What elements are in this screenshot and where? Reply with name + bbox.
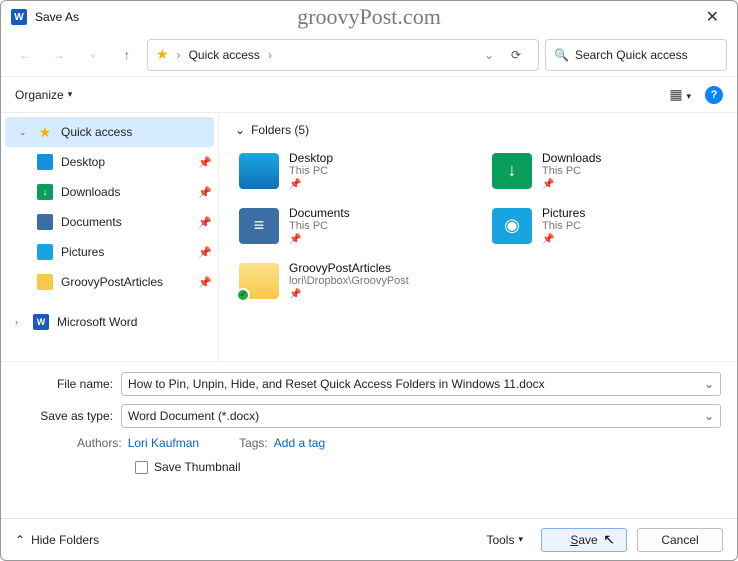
pictures-icon: ◉ xyxy=(492,208,532,244)
sidebar-item-groovypost[interactable]: GroovyPostArticles 📌 xyxy=(1,267,218,297)
titlebar: W Save As ✕ xyxy=(1,1,737,33)
address-bar[interactable]: ★ › Quick access › ⌄ ⟳ xyxy=(147,39,539,71)
chevron-right-icon: › xyxy=(177,48,181,62)
pin-icon: 📌 xyxy=(198,276,212,289)
checkbox-icon xyxy=(135,461,148,474)
sidebar-item-label: Desktop xyxy=(61,155,105,169)
folder-icon: ✓ xyxy=(239,263,279,299)
folder-tile-groovypost[interactable]: ✓ GroovyPostArticleslori\Dropbox\GroovyP… xyxy=(235,257,468,304)
filename-label: File name: xyxy=(17,377,113,391)
search-input[interactable]: 🔍 Search Quick access xyxy=(545,39,727,71)
sidebar-item-label: Pictures xyxy=(61,245,104,259)
save-button[interactable]: Save xyxy=(541,528,627,552)
chevron-down-icon: ⌄ xyxy=(19,127,29,138)
form-area: File name: How to Pin, Unpin, Hide, and … xyxy=(1,361,737,480)
pin-icon: 📌 xyxy=(542,234,585,245)
sidebar-item-pictures[interactable]: Pictures 📌 xyxy=(1,237,218,267)
desktop-icon xyxy=(37,154,53,170)
tags-value[interactable]: Add a tag xyxy=(274,436,325,450)
document-icon: ≡ xyxy=(239,208,279,244)
authors-label: Authors: xyxy=(77,436,122,450)
pin-icon: 📌 xyxy=(542,179,601,190)
organize-menu[interactable]: Organize▾ xyxy=(15,88,72,102)
sidebar-item-word[interactable]: › W Microsoft Word xyxy=(1,307,218,337)
content-pane[interactable]: ⌄ Folders (5) DesktopThis PC📌 ↓ Download… xyxy=(219,113,737,361)
up-button[interactable]: ↑ xyxy=(113,41,141,69)
sidebar-item-downloads[interactable]: ↓ Downloads 📌 xyxy=(1,177,218,207)
pin-icon: 📌 xyxy=(289,289,409,300)
close-icon[interactable]: ✕ xyxy=(698,3,727,31)
search-icon: 🔍 xyxy=(554,48,569,62)
download-icon: ↓ xyxy=(37,184,53,200)
pin-icon: 📌 xyxy=(198,246,212,259)
recent-dropdown[interactable]: ⌄ xyxy=(79,41,107,69)
folder-tile-desktop[interactable]: DesktopThis PC📌 xyxy=(235,147,468,194)
savetype-label: Save as type: xyxy=(17,409,113,423)
pin-icon: 📌 xyxy=(198,156,212,169)
sidebar-item-label: Documents xyxy=(61,215,122,229)
desktop-icon xyxy=(239,153,279,189)
chevron-down-icon[interactable]: ⌄ xyxy=(704,409,714,423)
savetype-dropdown[interactable]: Word Document (*.docx)⌄ xyxy=(121,404,721,428)
back-button[interactable]: ← xyxy=(11,41,39,69)
star-icon: ★ xyxy=(156,46,169,63)
filename-input[interactable]: How to Pin, Unpin, Hide, and Reset Quick… xyxy=(121,372,721,396)
pictures-icon xyxy=(37,244,53,260)
view-options-button[interactable]: ▦ ▾ xyxy=(669,86,691,103)
tags-label: Tags: xyxy=(239,436,268,450)
nav-row: ← → ⌄ ↑ ★ › Quick access › ⌄ ⟳ 🔍 Search … xyxy=(1,33,737,77)
star-icon: ★ xyxy=(37,124,53,140)
sidebar-item-documents[interactable]: Documents 📌 xyxy=(1,207,218,237)
window-title: Save As xyxy=(35,10,79,24)
folder-tile-pictures[interactable]: ◉ PicturesThis PC📌 xyxy=(488,202,721,249)
folder-tile-downloads[interactable]: ↓ DownloadsThis PC📌 xyxy=(488,147,721,194)
folders-group-header[interactable]: ⌄ Folders (5) xyxy=(235,123,721,137)
chevron-right-icon: › xyxy=(268,48,272,62)
chevron-down-icon[interactable]: ⌄ xyxy=(484,48,494,62)
sidebar-item-label: Quick access xyxy=(61,125,132,139)
authors-value[interactable]: Lori Kaufman xyxy=(128,436,199,450)
pin-icon: 📌 xyxy=(198,186,212,199)
download-icon: ↓ xyxy=(492,153,532,189)
address-path: Quick access xyxy=(189,48,260,62)
chevron-down-icon[interactable]: ⌄ xyxy=(704,377,714,391)
hide-folders-button[interactable]: ⌃Hide Folders xyxy=(15,533,99,547)
tools-menu[interactable]: Tools▾ xyxy=(486,533,523,547)
sidebar-item-label: Downloads xyxy=(61,185,120,199)
refresh-button[interactable]: ⟳ xyxy=(502,48,530,62)
sync-badge-icon: ✓ xyxy=(236,288,250,302)
chevron-down-icon: ⌄ xyxy=(235,123,245,137)
folder-icon xyxy=(37,274,53,290)
word-icon: W xyxy=(33,314,49,330)
sidebar-item-label: GroovyPostArticles xyxy=(61,275,163,289)
pin-icon: 📌 xyxy=(289,179,333,190)
cancel-button[interactable]: Cancel xyxy=(637,528,723,552)
chevron-right-icon: › xyxy=(15,317,25,327)
search-placeholder: Search Quick access xyxy=(575,48,688,62)
help-button[interactable]: ? xyxy=(705,86,723,104)
sidebar-item-quick-access[interactable]: ⌄ ★ Quick access xyxy=(5,117,214,147)
chevron-up-icon: ⌃ xyxy=(15,533,25,547)
word-app-icon: W xyxy=(11,9,27,25)
pin-icon: 📌 xyxy=(198,216,212,229)
sidebar: ⌄ ★ Quick access Desktop 📌 ↓ Downloads 📌… xyxy=(1,113,219,361)
pin-icon: 📌 xyxy=(289,234,350,245)
sidebar-item-desktop[interactable]: Desktop 📌 xyxy=(1,147,218,177)
save-thumbnail-checkbox[interactable]: Save Thumbnail xyxy=(17,460,721,474)
footer: ⌃Hide Folders Tools▾ Save Cancel xyxy=(1,518,737,560)
document-icon xyxy=(37,214,53,230)
sidebar-item-label: Microsoft Word xyxy=(57,315,137,329)
forward-button[interactable]: → xyxy=(45,41,73,69)
toolbar: Organize▾ ▦ ▾ ? xyxy=(1,77,737,113)
folder-tile-documents[interactable]: ≡ DocumentsThis PC📌 xyxy=(235,202,468,249)
